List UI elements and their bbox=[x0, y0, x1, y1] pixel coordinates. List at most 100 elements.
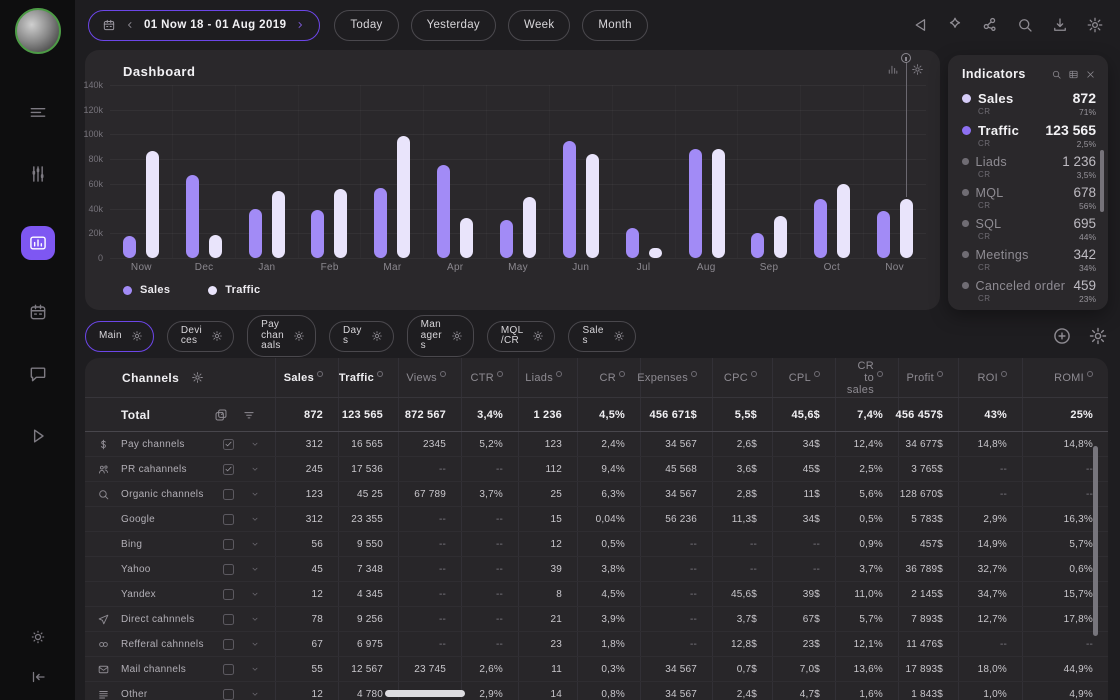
gear-icon[interactable] bbox=[293, 330, 305, 342]
chat-icon[interactable] bbox=[28, 364, 48, 384]
row-checkbox[interactable] bbox=[223, 539, 234, 550]
gear-icon[interactable] bbox=[613, 330, 625, 342]
filter-chip-pay-chan-aals[interactable]: Pay chan aals bbox=[247, 315, 316, 357]
cell-value: 16 565 bbox=[338, 432, 398, 456]
channels-settings-icon[interactable] bbox=[191, 371, 204, 384]
range-week-button[interactable]: Week bbox=[508, 10, 570, 41]
calendar-icon[interactable] bbox=[28, 302, 48, 322]
brightness-icon[interactable] bbox=[29, 628, 47, 646]
search-icon[interactable] bbox=[1016, 16, 1034, 34]
chevron-down-icon[interactable] bbox=[250, 514, 260, 524]
plus-circle-icon[interactable] bbox=[1052, 326, 1072, 346]
indicator-item[interactable]: Meetings342CR34% bbox=[962, 247, 1096, 273]
filter-chip-day-s[interactable]: Day s bbox=[329, 321, 394, 352]
indicators-scrollbar[interactable] bbox=[1100, 150, 1104, 212]
gear-icon[interactable] bbox=[131, 330, 143, 342]
indicator-item[interactable]: SQL695CR44% bbox=[962, 216, 1096, 242]
cell-value: -- bbox=[398, 632, 461, 656]
send-icon[interactable] bbox=[911, 16, 929, 34]
column-header-cpc[interactable]: CPC bbox=[712, 358, 772, 397]
layers-icon[interactable] bbox=[214, 408, 228, 422]
filter-chip-sale-s[interactable]: Sale s bbox=[568, 321, 635, 352]
filter-chip-devi-ces[interactable]: Devi ces bbox=[167, 321, 234, 352]
indicator-item[interactable]: Canceled order459CR23% bbox=[962, 278, 1096, 304]
annotation-marker[interactable] bbox=[901, 53, 911, 63]
chevron-down-icon[interactable] bbox=[250, 439, 260, 449]
legend-sales[interactable]: Sales bbox=[123, 284, 170, 296]
range-yesterday-button[interactable]: Yesterday bbox=[411, 10, 496, 41]
chevron-down-icon[interactable] bbox=[250, 689, 260, 699]
x-axis-label: Now bbox=[110, 262, 173, 273]
chevron-down-icon[interactable] bbox=[250, 564, 260, 574]
filter-sliders-icon[interactable] bbox=[28, 164, 48, 184]
gear-icon[interactable] bbox=[451, 330, 463, 342]
indicator-item[interactable]: Liads1 236CR3,5% bbox=[962, 154, 1096, 180]
chart-type-icon[interactable] bbox=[886, 63, 899, 76]
chart-settings-icon[interactable] bbox=[911, 63, 924, 76]
gear-icon[interactable] bbox=[532, 330, 544, 342]
chevron-down-icon[interactable] bbox=[250, 539, 260, 549]
chevron-down-icon[interactable] bbox=[250, 589, 260, 599]
row-checkbox[interactable] bbox=[223, 589, 234, 600]
column-header-cpl[interactable]: CPL bbox=[772, 358, 835, 397]
play-icon[interactable] bbox=[28, 426, 48, 446]
indicator-item[interactable]: Pending order342CR bbox=[962, 309, 1096, 310]
chevron-down-icon[interactable] bbox=[250, 664, 260, 674]
column-header-sales[interactable]: Sales bbox=[275, 358, 338, 397]
column-header-views[interactable]: Views bbox=[398, 358, 461, 397]
row-checkbox[interactable] bbox=[223, 639, 234, 650]
row-checkbox[interactable] bbox=[223, 689, 234, 700]
chevron-down-icon[interactable] bbox=[250, 464, 260, 474]
menu-icon[interactable] bbox=[28, 102, 48, 122]
column-header-liads[interactable]: Liads bbox=[518, 358, 577, 397]
indicator-item[interactable]: MQL678CR56% bbox=[962, 185, 1096, 211]
sidebar-item-dashboard[interactable] bbox=[21, 226, 55, 260]
column-header-expenses[interactable]: Expenses bbox=[640, 358, 712, 397]
row-checkbox[interactable] bbox=[223, 514, 234, 525]
download-icon[interactable] bbox=[1051, 16, 1069, 34]
filter-chip-man-ager-s[interactable]: Man ager s bbox=[407, 315, 474, 357]
row-checkbox[interactable] bbox=[223, 564, 234, 575]
indicator-item[interactable]: Traffic123 565CR2,5% bbox=[962, 122, 1096, 149]
indicator-value: 342 bbox=[1073, 247, 1096, 262]
column-header-traffic[interactable]: Traffic bbox=[338, 358, 398, 397]
table-vertical-scrollbar[interactable] bbox=[1093, 446, 1098, 636]
filter-chip-main[interactable]: Main bbox=[85, 321, 154, 352]
sparkle-icon[interactable] bbox=[946, 16, 964, 34]
annotation-pin[interactable] bbox=[906, 59, 907, 197]
avatar[interactable] bbox=[15, 8, 61, 54]
cell-value: 6 975 bbox=[338, 632, 398, 656]
row-checkbox[interactable] bbox=[223, 614, 234, 625]
grid-icon[interactable] bbox=[1068, 69, 1079, 80]
chevron-down-icon[interactable] bbox=[250, 489, 260, 499]
row-checkbox[interactable] bbox=[223, 439, 234, 450]
column-header-ctr[interactable]: CTR bbox=[461, 358, 518, 397]
column-header-profit[interactable]: Profit bbox=[898, 358, 958, 397]
date-range-picker[interactable]: 01 Now 18 - 01 Aug 2019 bbox=[88, 10, 320, 41]
settings-icon[interactable] bbox=[1086, 16, 1104, 34]
close-icon[interactable] bbox=[1085, 69, 1096, 80]
collapse-sidebar-icon[interactable] bbox=[29, 668, 47, 686]
filter-chip-mql-/cr[interactable]: MQL /CR bbox=[487, 321, 556, 352]
column-header-romi[interactable]: ROMI bbox=[1022, 358, 1108, 397]
gear-icon[interactable] bbox=[371, 330, 383, 342]
filter-icon[interactable] bbox=[242, 408, 256, 422]
legend-traffic[interactable]: Traffic bbox=[208, 284, 260, 296]
table-horizontal-scrollbar[interactable] bbox=[385, 690, 465, 697]
range-month-button[interactable]: Month bbox=[582, 10, 647, 41]
row-checkbox[interactable] bbox=[223, 464, 234, 475]
column-header-roi[interactable]: ROI bbox=[958, 358, 1022, 397]
search-icon[interactable] bbox=[1051, 69, 1062, 80]
column-header-cr[interactable]: CR to sales bbox=[835, 358, 898, 397]
indicator-item[interactable]: Sales872CR71% bbox=[962, 90, 1096, 117]
range-today-button[interactable]: Today bbox=[334, 10, 398, 41]
gear-icon[interactable] bbox=[211, 330, 223, 342]
row-checkbox[interactable] bbox=[223, 489, 234, 500]
chevron-down-icon[interactable] bbox=[250, 639, 260, 649]
share-icon[interactable] bbox=[981, 16, 999, 34]
table-row: Mail channels5512 56723 7452,6%110,3%34 … bbox=[85, 657, 1108, 682]
settings-icon[interactable] bbox=[1088, 326, 1108, 346]
chevron-down-icon[interactable] bbox=[250, 614, 260, 624]
column-header-cr[interactable]: CR bbox=[577, 358, 640, 397]
row-checkbox[interactable] bbox=[223, 664, 234, 675]
